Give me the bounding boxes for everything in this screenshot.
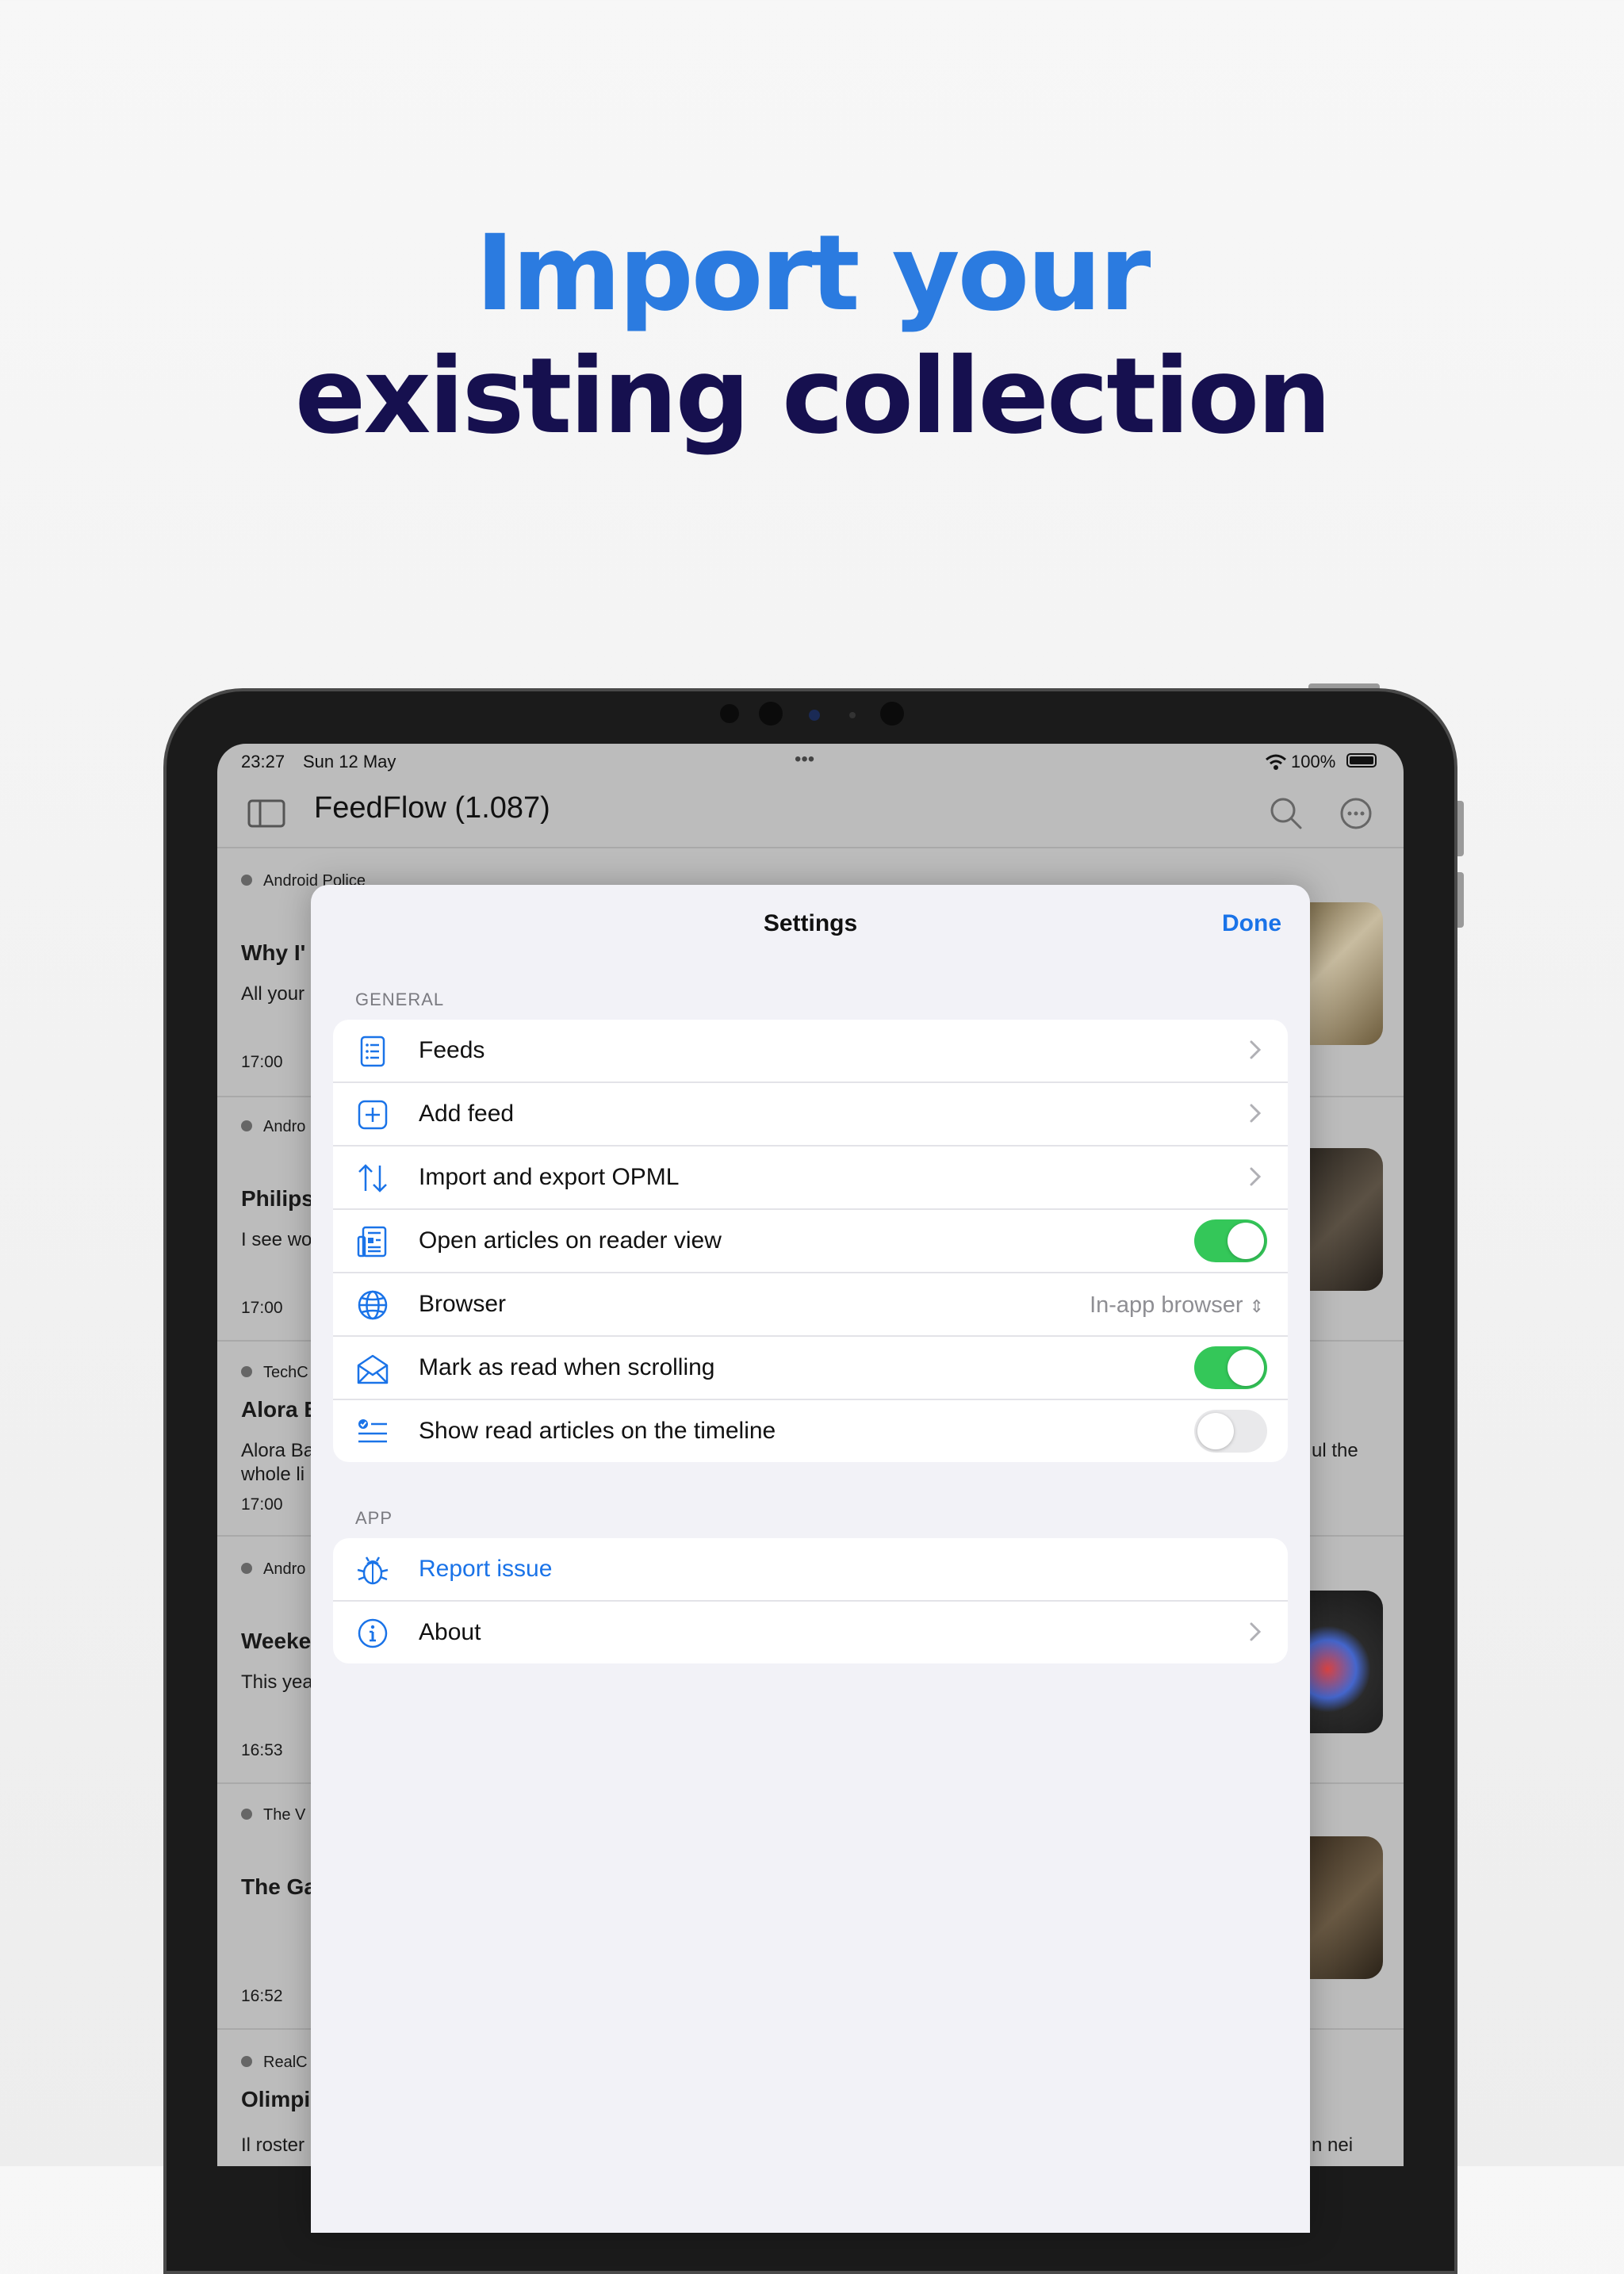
settings-row-reader-view: Open articles on reader view <box>333 1210 1288 1273</box>
feed-item-source: Andro <box>241 1118 305 1136</box>
feed-item-title: Weeke <box>241 1629 312 1653</box>
info-icon <box>358 1618 388 1648</box>
settings-sheet: Settings Done GENERAL Feeds Add feed Imp… <box>311 885 1310 2233</box>
row-label: Open articles on reader view <box>419 1227 722 1254</box>
headline-line-1: Import your <box>475 212 1151 335</box>
done-button[interactable]: Done <box>1222 910 1281 937</box>
sensor-dot <box>759 702 783 725</box>
feed-item-time: 17:00 <box>241 1299 283 1317</box>
row-label: Report issue <box>419 1556 553 1582</box>
settings-row-about[interactable]: About <box>333 1602 1288 1663</box>
feed-item-text: I see wo <box>241 1229 312 1250</box>
settings-row-show-read-articles: Show read articles on the timeline <box>333 1400 1288 1462</box>
feed-item-time: 16:52 <box>241 1987 283 2005</box>
feed-item-title: Why I' <box>241 940 306 965</box>
updown-chevron-icon: ⇕ <box>1249 1296 1264 1316</box>
headline: Import your existing collection <box>0 214 1624 460</box>
chevron-right-icon <box>1250 1104 1262 1123</box>
feed-item-text-trailing: n nei <box>1312 2134 1354 2156</box>
settings-row-mark-read-scrolling: Mark as read when scrolling <box>333 1337 1288 1400</box>
browser-select[interactable]: In-app browser ⇕ <box>1090 1292 1264 1319</box>
settings-row-add-feed[interactable]: Add feed <box>333 1083 1288 1147</box>
feed-item-thumbnail <box>1304 1836 1383 1979</box>
app-group: Report issue About <box>333 1538 1288 1663</box>
feed-item-title: Olimpi <box>241 2087 311 2111</box>
feed-item-source: The V <box>241 1806 305 1824</box>
feed-item-time: 16:53 <box>241 1741 283 1759</box>
sensor-dot <box>849 712 856 718</box>
row-label: Import and export OPML <box>419 1164 680 1190</box>
settings-row-report-issue[interactable]: Report issue <box>333 1538 1288 1602</box>
section-header-app: APP <box>355 1508 393 1528</box>
feed-item-source: RealC <box>241 2054 308 2072</box>
row-label: Add feed <box>419 1101 515 1127</box>
section-header-general: GENERAL <box>355 990 445 1009</box>
reader-view-toggle[interactable] <box>1194 1219 1267 1262</box>
settings-row-import-export-opml[interactable]: Import and export OPML <box>333 1147 1288 1210</box>
row-label: Mark as read when scrolling <box>419 1354 715 1380</box>
general-group: Feeds Add feed Import and export OPML Op… <box>333 1020 1288 1462</box>
feed-item-text: Alora Ba <box>241 1440 315 1461</box>
feed-item-title: Philips <box>241 1186 314 1211</box>
feed-item-source: TechC <box>241 1364 308 1382</box>
list-icon <box>360 1036 385 1067</box>
settings-row-browser[interactable]: Browser In-app browser ⇕ <box>333 1273 1288 1337</box>
bug-icon <box>357 1556 389 1585</box>
reader-icon <box>357 1226 387 1258</box>
headline-line-2: existing collection <box>294 335 1331 457</box>
arrows-updown-icon <box>358 1164 387 1193</box>
feed-item-text: Il roster <box>241 2134 305 2156</box>
chevron-right-icon <box>1250 1622 1262 1641</box>
sensor-dot <box>720 704 739 723</box>
feed-item-time: 17:00 <box>241 1053 283 1071</box>
browser-value: In-app browser <box>1090 1292 1243 1318</box>
camera-lens <box>809 710 820 721</box>
feed-item-thumbnail <box>1304 1148 1383 1291</box>
envelope-open-icon <box>357 1354 389 1384</box>
chevron-right-icon <box>1250 1167 1262 1186</box>
settings-row-feeds[interactable]: Feeds <box>333 1020 1288 1083</box>
sheet-title: Settings <box>763 910 858 936</box>
chevron-right-icon <box>1250 1040 1262 1059</box>
feed-item-source: Andro <box>241 1560 305 1579</box>
row-label: Browser <box>419 1291 507 1317</box>
checklist-icon <box>358 1419 387 1443</box>
sensor-dot <box>880 702 904 725</box>
row-label: Feeds <box>419 1037 485 1063</box>
feed-item-title: Alora B <box>241 1397 320 1422</box>
feed-item-title: The Ga <box>241 1874 316 1899</box>
feed-item-text: whole li <box>241 1464 305 1485</box>
globe-icon <box>358 1290 388 1320</box>
feed-item-thumbnail <box>1304 902 1383 1045</box>
mark-read-toggle[interactable] <box>1194 1346 1267 1389</box>
feed-item-text: All your <box>241 983 305 1005</box>
row-label: About <box>419 1619 481 1645</box>
feed-item-text: This yea <box>241 1671 313 1693</box>
plus-square-icon <box>358 1100 388 1130</box>
row-label: Show read articles on the timeline <box>419 1418 776 1444</box>
feed-item-time: 17:00 <box>241 1495 283 1514</box>
feed-item-thumbnail <box>1304 1591 1383 1733</box>
feed-item-text-trailing: ul the <box>1312 1440 1358 1461</box>
show-read-toggle[interactable] <box>1194 1410 1267 1453</box>
